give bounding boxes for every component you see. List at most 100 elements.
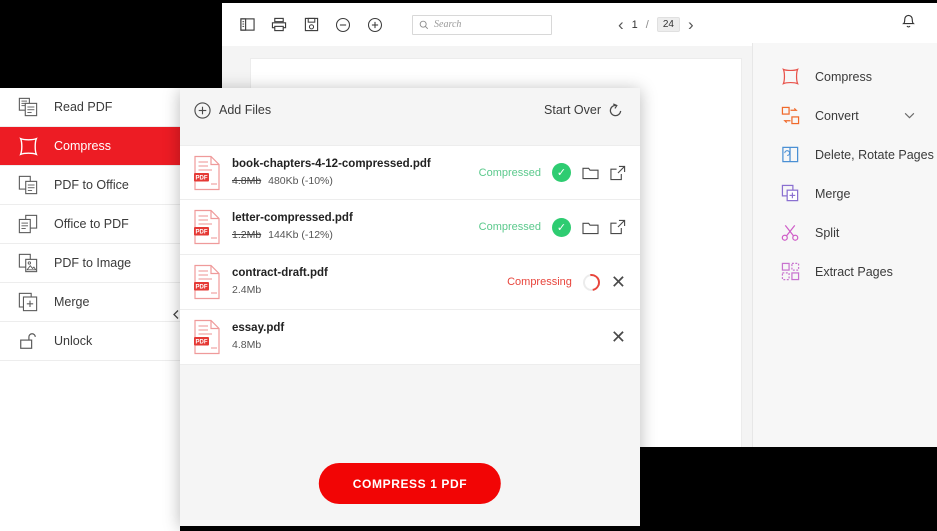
sidebar-item-extract-pages[interactable]: Extract Pages	[753, 252, 937, 291]
zoom-out-icon[interactable]	[332, 14, 354, 36]
file-list: PDF book-chapters-4-12-compressed.pdf 4.…	[180, 145, 640, 365]
office-to-pdf-icon	[16, 212, 40, 236]
pdf-file-icon: PDF	[192, 264, 222, 300]
compress-icon	[16, 134, 40, 158]
sidebar-item-label: PDF to Image	[54, 256, 131, 270]
sidebar-item-label: Convert	[815, 109, 859, 123]
file-status-group: Compressed ✓	[479, 218, 626, 237]
zoom-in-icon[interactable]	[364, 14, 386, 36]
sidebar-item-read-pdf[interactable]: Read PDF	[0, 88, 180, 127]
merge-icon	[779, 183, 801, 205]
pdf-file-icon: PDF	[192, 209, 222, 245]
sidebar-item-split[interactable]: Split	[753, 213, 937, 252]
read-pdf-icon	[16, 95, 40, 119]
toolbar-icon-group	[222, 14, 386, 36]
tools-sidebar: Compress Convert Delete, Rotate Pages Me…	[752, 43, 937, 447]
file-sizes: 4.8Mb 480Kb (-10%)	[232, 173, 479, 189]
remove-file-button[interactable]: ✕	[611, 273, 626, 291]
sidebar-item-label: Merge	[815, 187, 850, 201]
file-list-item[interactable]: PDF contract-draft.pdf 2.4Mb Compressing…	[180, 255, 640, 310]
search-placeholder: Search	[434, 19, 461, 30]
file-sizes: 1.2Mb 144Kb (-12%)	[232, 227, 479, 243]
sidebar-item-pdf-to-image[interactable]: PDF to Image	[0, 244, 180, 283]
next-page-button[interactable]: ›	[688, 16, 694, 33]
status-badge: Compressing	[507, 276, 572, 288]
sidebar-item-label: Compress	[54, 139, 111, 153]
file-sizes: 2.4Mb	[232, 282, 507, 298]
file-info: book-chapters-4-12-compressed.pdf 4.8Mb …	[232, 157, 479, 189]
compress-submit-button[interactable]: COMPRESS 1 PDF	[319, 463, 501, 504]
left-tools-panel: Read PDF Compress PDF to Office Office t…	[0, 88, 180, 531]
search-icon	[419, 20, 429, 30]
extract-pages-icon	[779, 261, 801, 283]
reset-arrow-icon	[608, 103, 623, 118]
file-original-size: 2.4Mb	[232, 284, 261, 296]
open-external-icon[interactable]	[610, 219, 626, 235]
sidebar-item-pdf-to-office[interactable]: PDF to Office	[0, 166, 180, 205]
sidebar-item-delete-rotate-pages[interactable]: Delete, Rotate Pages	[753, 135, 937, 174]
sidebar-item-label: Read PDF	[54, 100, 112, 114]
file-sizes: 4.8Mb	[232, 337, 611, 353]
open-external-icon[interactable]	[610, 165, 626, 181]
unlock-icon	[16, 329, 40, 353]
file-status-group: ✕	[611, 328, 626, 346]
sidebar-item-compress[interactable]: Compress	[0, 127, 180, 166]
pdf-to-office-icon	[16, 173, 40, 197]
file-name: essay.pdf	[232, 321, 611, 336]
file-original-size: 4.8Mb	[232, 175, 261, 187]
add-files-label: Add Files	[219, 103, 271, 117]
remove-file-button[interactable]: ✕	[611, 328, 626, 346]
file-new-size: 144Kb (-12%)	[268, 229, 333, 241]
file-info: contract-draft.pdf 2.4Mb	[232, 266, 507, 298]
check-circle-icon: ✓	[552, 218, 571, 237]
file-name: contract-draft.pdf	[232, 266, 507, 281]
sidebar-item-office-to-pdf[interactable]: Office to PDF	[0, 205, 180, 244]
sidebar-item-label: Extract Pages	[815, 265, 893, 279]
sidebar-item-label: Unlock	[54, 334, 92, 348]
svg-text:PDF: PDF	[196, 285, 208, 291]
current-page-value[interactable]: 1	[632, 19, 638, 31]
svg-text:PDF: PDF	[196, 175, 208, 181]
sidebar-toggle-icon[interactable]	[236, 14, 258, 36]
sidebar-item-merge[interactable]: Merge	[0, 283, 180, 322]
file-info: essay.pdf 4.8Mb	[232, 321, 611, 353]
split-icon	[779, 222, 801, 244]
file-list-item[interactable]: PDF book-chapters-4-12-compressed.pdf 4.…	[180, 145, 640, 200]
pdf-file-icon: PDF	[192, 319, 222, 355]
prev-page-button[interactable]: ‹	[618, 16, 624, 33]
file-original-size: 1.2Mb	[232, 229, 261, 241]
file-info: letter-compressed.pdf 1.2Mb 144Kb (-12%)	[232, 211, 479, 243]
sidebar-item-merge[interactable]: Merge	[753, 174, 937, 213]
compress-icon	[779, 66, 801, 88]
file-status-group: Compressing ✕	[507, 273, 626, 291]
file-list-item[interactable]: PDF essay.pdf 4.8Mb ✕	[180, 310, 640, 365]
file-original-size: 4.8Mb	[232, 339, 261, 351]
page-navigator: ‹ 1 / 24 ›	[618, 16, 694, 33]
open-folder-icon[interactable]	[582, 165, 599, 180]
delete-rotate-pages-icon	[779, 144, 801, 166]
start-over-button[interactable]: Start Over	[544, 103, 623, 118]
sidebar-item-convert[interactable]: Convert	[753, 96, 937, 135]
add-files-button[interactable]: Add Files	[194, 102, 271, 119]
pdf-to-image-icon	[16, 251, 40, 275]
chevron-down-icon[interactable]	[904, 112, 915, 119]
page-separator: /	[646, 19, 649, 31]
status-badge: Compressed	[479, 221, 541, 233]
save-icon[interactable]	[300, 14, 322, 36]
sidebar-item-unlock[interactable]: Unlock	[0, 322, 180, 361]
sidebar-item-label: Split	[815, 226, 839, 240]
compress-panel: Add Files Start Over PDF book-chapters-4…	[180, 88, 640, 526]
status-badge: Compressed	[479, 167, 541, 179]
search-input[interactable]: Search	[412, 15, 552, 35]
file-name: book-chapters-4-12-compressed.pdf	[232, 157, 479, 172]
progress-spinner-icon	[580, 270, 604, 294]
start-over-label: Start Over	[544, 103, 601, 117]
file-status-group: Compressed ✓	[479, 163, 626, 182]
open-folder-icon[interactable]	[582, 220, 599, 235]
merge-icon	[16, 290, 40, 314]
pdf-file-icon: PDF	[192, 155, 222, 191]
sidebar-item-label: PDF to Office	[54, 178, 129, 192]
file-list-item[interactable]: PDF letter-compressed.pdf 1.2Mb 144Kb (-…	[180, 200, 640, 255]
free-trial-ribbon-wrap: FREE TRIAL	[855, 0, 937, 88]
print-icon[interactable]	[268, 14, 290, 36]
